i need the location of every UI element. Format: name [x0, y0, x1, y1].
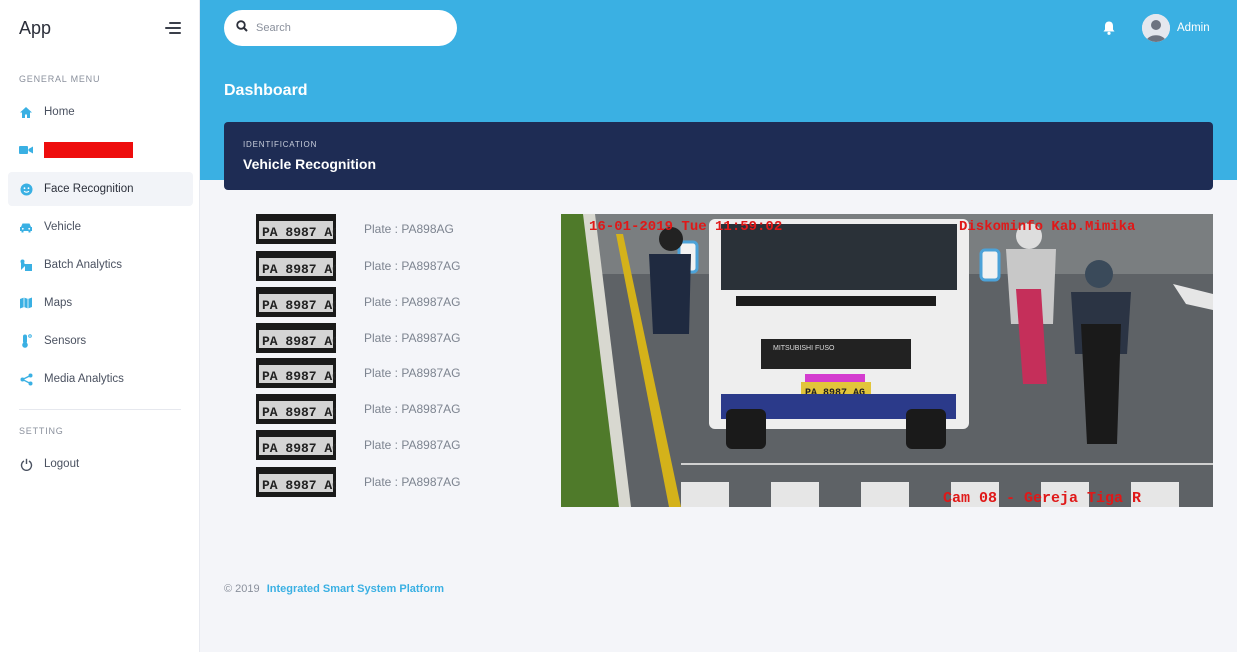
face-icon: [18, 181, 34, 197]
page-title: Dashboard: [224, 82, 308, 99]
sidebar-item-label: Logout: [44, 458, 80, 470]
card-eyebrow: IDENTIFICATION: [243, 140, 318, 149]
sidebar-item-label: Sensors: [44, 335, 87, 347]
sidebar-item-label: Vehicle: [44, 221, 82, 233]
list-item[interactable]: PA 8987 AG Plate : PA8987AG: [256, 467, 516, 497]
footer-copyright: © 2019: [224, 583, 260, 595]
power-icon: [18, 456, 34, 472]
sidebar-item-label: Media Analytics: [44, 373, 124, 385]
list-item[interactable]: PA 8987 AG Plate : PA8987AG: [256, 287, 516, 317]
home-icon: [18, 104, 34, 120]
sidebar-item-logout[interactable]: Logout: [8, 447, 193, 481]
svg-text:Diskominfo Kab.Mimika: Diskominfo Kab.Mimika: [959, 219, 1136, 235]
share-icon: [18, 371, 34, 387]
plate-image: PA 8987 AG: [256, 323, 336, 353]
svg-text:PA 8987 AG: PA 8987 AG: [262, 225, 336, 240]
plate-text: Plate : PA8987AG: [364, 331, 461, 345]
svg-text:PA 8987 AG: PA 8987 AG: [262, 478, 336, 493]
camera-feed[interactable]: MITSUBISHI FUSO PA 8987 AG 16-01-2019 Tu…: [561, 214, 1213, 507]
menu-toggle-icon[interactable]: [165, 21, 181, 35]
sidebar-item-home[interactable]: Home: [8, 95, 193, 129]
car-icon: [18, 219, 34, 235]
card-title: Vehicle Recognition: [243, 156, 377, 172]
sidebar-item-label: Home: [44, 106, 75, 118]
sidebar: App GENERAL MENU Home Face Recognition V…: [0, 0, 200, 652]
sidebar-item-face-recognition[interactable]: Face Recognition: [8, 172, 193, 206]
sidebar-item-media-analytics[interactable]: Media Analytics: [8, 362, 193, 396]
plate-image: PA 8987 AG: [256, 467, 336, 497]
plate-text: Plate : PA8987AG: [364, 438, 461, 452]
avatar[interactable]: [1142, 14, 1170, 42]
plate-text: Plate : PA8987AG: [364, 402, 461, 416]
list-item[interactable]: PA 8987 AG Plate : PA8987AG: [256, 323, 516, 353]
plate-image: PA 8987 AG: [256, 214, 336, 244]
user-name[interactable]: Admin: [1177, 22, 1210, 34]
svg-text:16-01-2019 Tue 11:59:02: 16-01-2019 Tue 11:59:02: [589, 219, 782, 235]
plate-text: Plate : PA8987AG: [364, 475, 461, 489]
sidebar-item-label: Face Recognition: [44, 183, 134, 195]
sidebar-item-redacted[interactable]: [8, 133, 193, 167]
plate-image: PA 8987 AG: [256, 251, 336, 281]
plate-image: PA 8987 AG: [256, 358, 336, 388]
sidebar-item-sensors[interactable]: Sensors: [8, 324, 193, 358]
svg-text:MITSUBISHI FUSO: MITSUBISHI FUSO: [773, 345, 835, 352]
list-item[interactable]: PA 8987 AG Plate : PA8987AG: [256, 358, 516, 388]
footer: © 2019 Integrated Smart System Platform: [224, 583, 444, 595]
map-icon: [18, 295, 34, 311]
video-camera-icon: [18, 142, 34, 158]
svg-text:PA 8987 AG: PA 8987 AG: [262, 298, 336, 313]
plate-text: Plate : PA898AG: [364, 222, 454, 236]
svg-text:PA 8987 AG: PA 8987 AG: [262, 441, 336, 456]
thermometer-icon: [18, 333, 34, 349]
sidebar-divider: [19, 409, 181, 410]
identification-card: IDENTIFICATION Vehicle Recognition: [224, 122, 1213, 190]
app-brand: App: [19, 18, 52, 38]
search-box[interactable]: [224, 10, 457, 46]
sidebar-item-batch-analytics[interactable]: Batch Analytics: [8, 248, 193, 282]
footer-link[interactable]: Integrated Smart System Platform: [267, 583, 444, 595]
sidebar-item-label: Batch Analytics: [44, 259, 122, 271]
plate-image: PA 8987 AG: [256, 287, 336, 317]
notification-bell-icon[interactable]: [1102, 20, 1116, 36]
search-icon: [236, 19, 248, 37]
setting-label: SETTING: [19, 426, 64, 436]
general-menu-label: GENERAL MENU: [19, 74, 101, 84]
redacted-label: [44, 142, 133, 158]
plate-text: Plate : PA8987AG: [364, 259, 461, 273]
svg-text:Cam 08 - Gereja Tiga R: Cam 08 - Gereja Tiga R: [943, 490, 1141, 507]
svg-text:PA 8987 AG: PA 8987 AG: [262, 369, 336, 384]
svg-text:PA 8987 AG: PA 8987 AG: [262, 405, 336, 420]
list-item[interactable]: PA 8987 AG Plate : PA8987AG: [256, 394, 516, 424]
plate-text: Plate : PA8987AG: [364, 366, 461, 380]
list-item[interactable]: PA 8987 AG Plate : PA898AG: [256, 214, 516, 244]
svg-text:PA 8987 AG: PA 8987 AG: [262, 334, 336, 349]
plate-image: PA 8987 AG: [256, 430, 336, 460]
sidebar-item-label: Maps: [44, 297, 73, 309]
search-input[interactable]: [256, 22, 446, 34]
plate-text: Plate : PA8987AG: [364, 295, 461, 309]
batch-icon: [18, 257, 34, 273]
svg-text:PA 8987 AG: PA 8987 AG: [262, 262, 336, 277]
sidebar-item-maps[interactable]: Maps: [8, 286, 193, 320]
list-item[interactable]: PA 8987 AG Plate : PA8987AG: [256, 251, 516, 281]
sidebar-item-vehicle[interactable]: Vehicle: [8, 210, 193, 244]
list-item[interactable]: PA 8987 AG Plate : PA8987AG: [256, 430, 516, 460]
plate-image: PA 8987 AG: [256, 394, 336, 424]
